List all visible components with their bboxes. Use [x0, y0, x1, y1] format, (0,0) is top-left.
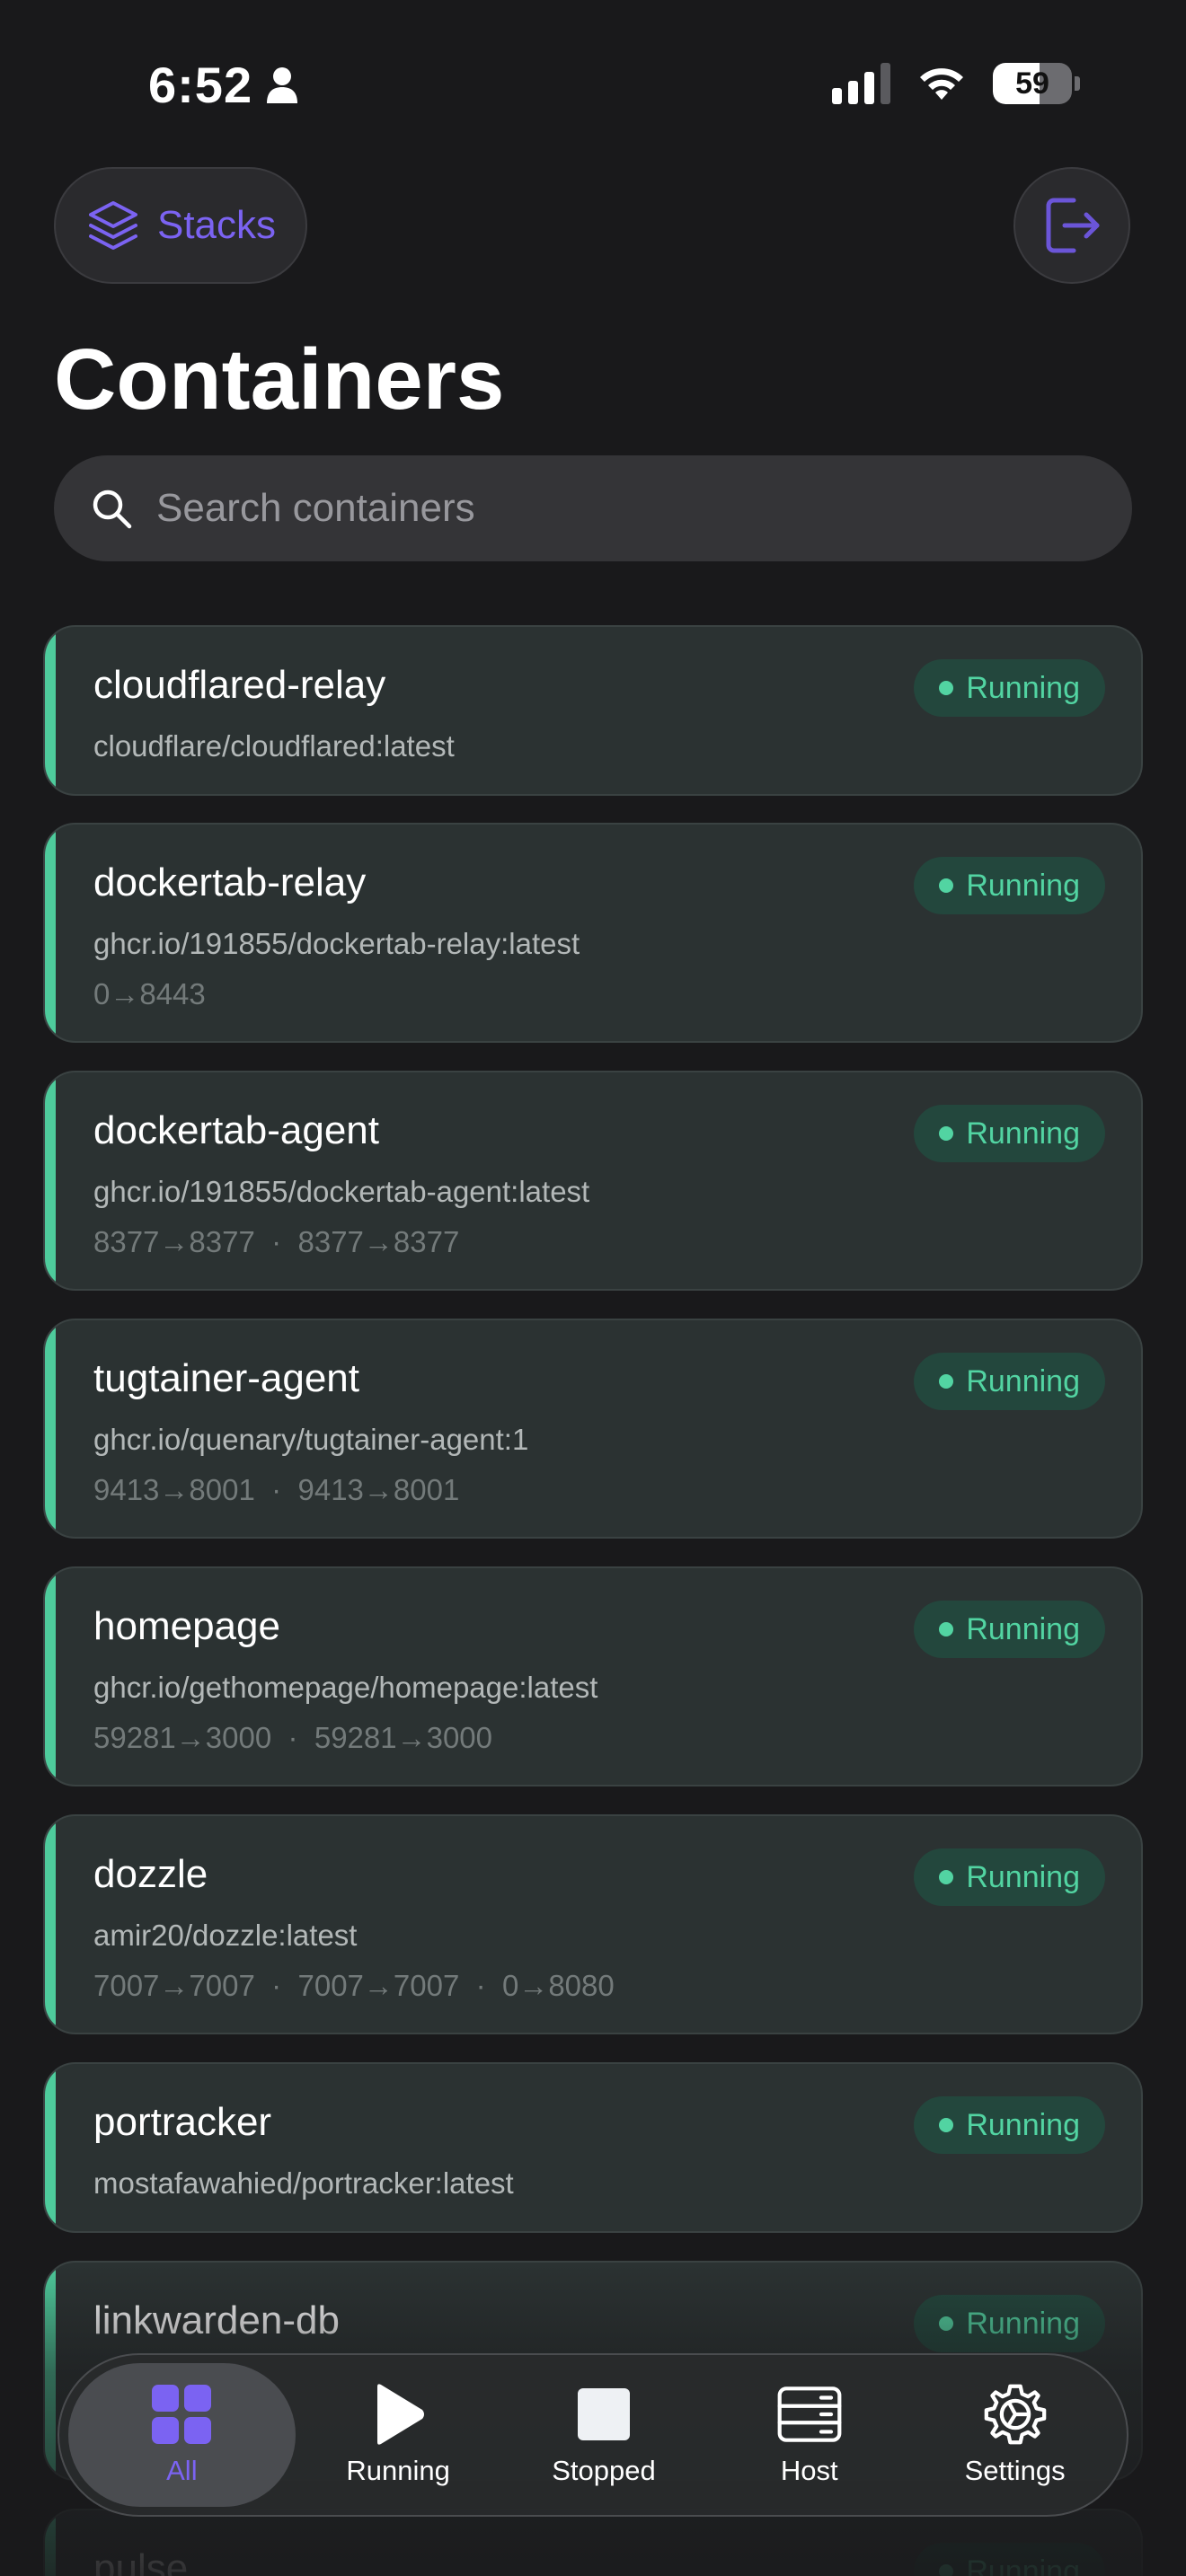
container-image: amir20/dozzle:latest	[93, 1919, 358, 1952]
search-input[interactable]	[156, 486, 1132, 531]
tab-all[interactable]: All	[68, 2363, 296, 2507]
status-accent-bar	[45, 1072, 56, 1289]
container-card[interactable]: dockertab-relay Running ghcr.io/191855/d…	[43, 823, 1143, 1043]
server-icon	[777, 2386, 842, 2442]
tab-label: Host	[780, 2455, 838, 2486]
status-dot-icon	[939, 2118, 954, 2132]
status-dot-icon	[939, 681, 954, 695]
status-accent-bar	[45, 1568, 56, 1785]
battery-level: 59	[1015, 66, 1049, 101]
status-accent-bar	[45, 1816, 56, 2033]
status-label: Running	[966, 1363, 1080, 1398]
status-accent-bar	[45, 825, 56, 1041]
status-label: Running	[966, 2554, 1080, 2576]
status-dot-icon	[939, 1870, 954, 1884]
tab-host[interactable]: Host	[706, 2363, 912, 2507]
status-label: Running	[966, 1611, 1080, 1646]
status-accent-bar	[45, 2064, 56, 2231]
container-image: cloudflare/cloudflared:latest	[93, 729, 455, 763]
stacks-label: Stacks	[156, 203, 277, 247]
status-badge: Running	[914, 2096, 1105, 2154]
container-name: dockertab-relay	[93, 860, 367, 904]
container-card[interactable]: dozzle Running amir20/dozzle:latest 7007…	[43, 1814, 1143, 2034]
container-image: ghcr.io/gethomepage/homepage:latest	[93, 1671, 598, 1704]
tab-label: Running	[346, 2455, 450, 2486]
search-icon	[93, 490, 132, 529]
container-image: ghcr.io/191855/dockertab-relay:latest	[93, 927, 580, 960]
status-label: Running	[966, 670, 1080, 705]
container-name: tugtainer-agent	[93, 1356, 359, 1400]
tab-running[interactable]: Running	[296, 2363, 501, 2507]
container-name: pulse	[93, 2546, 189, 2576]
play-icon	[377, 2384, 425, 2445]
status-dot-icon	[939, 1622, 954, 1636]
status-bar: 6:52 59	[0, 0, 1186, 171]
status-badge: Running	[914, 857, 1105, 914]
status-accent-bar	[45, 2510, 56, 2576]
status-dot-icon	[939, 2564, 954, 2576]
grid-icon	[152, 2385, 212, 2444]
status-accent-bar	[45, 2263, 56, 2479]
status-dot-icon	[939, 1126, 954, 1141]
cellular-signal-icon	[832, 63, 890, 104]
status-dot-icon	[939, 2316, 954, 2331]
container-name: dozzle	[93, 1852, 208, 1896]
container-ports: 8377→8377 · 8377→8377	[93, 1225, 460, 1258]
container-image: mostafawahied/portracker:latest	[93, 2166, 514, 2200]
search-bar[interactable]	[54, 455, 1132, 561]
logout-button[interactable]	[1013, 167, 1130, 284]
container-name: portracker	[93, 2100, 272, 2144]
status-label: Running	[966, 2306, 1080, 2341]
container-name: cloudflared-relay	[93, 663, 386, 707]
status-badge: Running	[914, 659, 1105, 717]
container-image: ghcr.io/quenary/tugtainer-agent:1	[93, 1423, 529, 1456]
page-title: Containers	[54, 331, 505, 428]
gear-icon	[984, 2384, 1046, 2445]
status-label: Running	[966, 1859, 1080, 1894]
stop-icon	[577, 2388, 630, 2440]
person-icon	[267, 66, 298, 103]
battery-indicator: 59	[993, 63, 1072, 104]
wifi-icon	[916, 64, 968, 103]
container-card[interactable]: pulse Running	[43, 2509, 1143, 2576]
status-badge: Running	[914, 1601, 1105, 1658]
status-dot-icon	[939, 878, 954, 893]
tab-settings[interactable]: Settings	[912, 2363, 1118, 2507]
tab-label: Settings	[964, 2455, 1066, 2486]
container-card[interactable]: portracker Running mostafawahied/portrac…	[43, 2062, 1143, 2233]
container-ports: 9413→8001 · 9413→8001	[93, 1473, 460, 1506]
container-ports: 7007→7007 · 7007→7007 · 0→8080	[93, 1969, 615, 2002]
status-label: Running	[966, 2107, 1080, 2142]
status-badge: Running	[914, 1105, 1105, 1162]
container-card[interactable]: homepage Running ghcr.io/gethomepage/hom…	[43, 1566, 1143, 1786]
container-name: linkwarden-db	[93, 2298, 340, 2342]
container-card[interactable]: cloudflared-relay Running cloudflare/clo…	[43, 625, 1143, 796]
container-image: ghcr.io/191855/dockertab-agent:latest	[93, 1175, 590, 1208]
tab-bar: All Running Stopped Host Settings	[58, 2353, 1128, 2517]
tab-label: All	[166, 2455, 198, 2486]
status-badge: Running	[914, 2543, 1105, 2576]
tab-stopped[interactable]: Stopped	[501, 2363, 707, 2507]
status-badge: Running	[914, 2295, 1105, 2352]
status-badge: Running	[914, 1848, 1105, 1906]
container-card[interactable]: dockertab-agent Running ghcr.io/191855/d…	[43, 1071, 1143, 1291]
status-dot-icon	[939, 1374, 954, 1389]
logout-icon	[1046, 198, 1100, 253]
status-badge: Running	[914, 1353, 1105, 1410]
layers-icon	[88, 201, 137, 250]
status-accent-bar	[45, 1320, 56, 1537]
status-accent-bar	[45, 627, 56, 794]
status-label: Running	[966, 868, 1080, 903]
container-card[interactable]: tugtainer-agent Running ghcr.io/quenary/…	[43, 1319, 1143, 1539]
status-label: Running	[966, 1116, 1080, 1151]
battery-tip	[1075, 76, 1080, 91]
container-ports: 59281→3000 · 59281→3000	[93, 1721, 493, 1754]
container-name: dockertab-agent	[93, 1108, 379, 1152]
container-ports: 0→8443	[93, 977, 206, 1010]
clock: 6:52	[148, 57, 253, 113]
stacks-button[interactable]: Stacks	[54, 167, 307, 284]
status-time: 6:52	[148, 56, 299, 114]
container-name: homepage	[93, 1604, 280, 1648]
tab-label: Stopped	[552, 2455, 656, 2486]
